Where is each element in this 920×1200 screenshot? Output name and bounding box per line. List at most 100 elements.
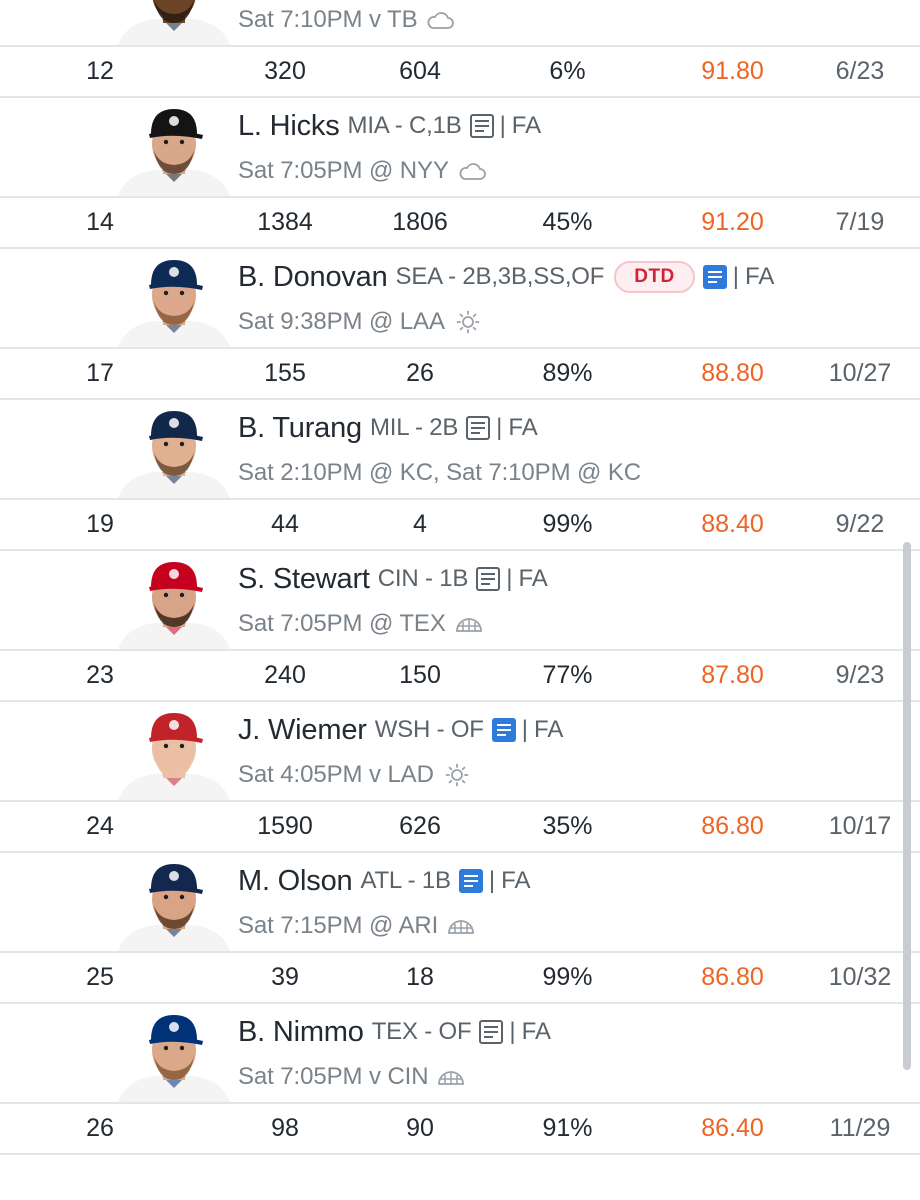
player-header: S. Stewart CIN - 1B | FA bbox=[238, 559, 548, 599]
game-info: Sat 7:05PM @ TEX bbox=[238, 607, 484, 641]
player-header: B. Donovan SEA - 2B,3B,SS,OF DTD | FA bbox=[238, 257, 774, 297]
separator: | bbox=[732, 263, 740, 290]
separator: | bbox=[488, 867, 496, 894]
player-headshot[interactable] bbox=[118, 708, 230, 800]
rostered-pct-cell: 6% bbox=[549, 57, 586, 85]
separator: | bbox=[496, 414, 503, 441]
score-cell: 91.80 bbox=[701, 57, 764, 85]
player-header: B. Nimmo TEX - OF | FA bbox=[238, 1012, 551, 1052]
player-note-icon[interactable] bbox=[491, 718, 516, 742]
game-time: Sat 7:05PM v CIN bbox=[238, 1063, 429, 1090]
player-header: M. Olson ATL - 1B | FA bbox=[238, 861, 530, 901]
player-note-icon[interactable] bbox=[466, 416, 491, 440]
player-note-icon[interactable] bbox=[479, 1020, 504, 1044]
player-headshot[interactable] bbox=[118, 406, 230, 498]
fraction-cell: 7/19 bbox=[835, 208, 885, 236]
player-row[interactable]: B. Nimmo TEX - OF | FA Sat 7:05PM v CIN 26 98 9… bbox=[0, 1004, 920, 1155]
stat-cell-2: 90 bbox=[406, 1114, 434, 1142]
separator: | bbox=[506, 565, 513, 592]
rank-cell: 26 bbox=[86, 1114, 114, 1142]
game-info: Sat 4:05PM v LAD bbox=[238, 758, 472, 792]
score-cell: 86.80 bbox=[701, 963, 764, 991]
score-cell: 88.40 bbox=[701, 510, 764, 538]
rostered-pct-cell: 45% bbox=[542, 208, 593, 236]
game-time: Sat 9:38PM @ LAA bbox=[238, 308, 445, 335]
player-note-icon[interactable] bbox=[702, 265, 727, 289]
separator: | bbox=[499, 112, 506, 139]
player-headshot[interactable] bbox=[118, 1010, 230, 1102]
player-note-icon[interactable] bbox=[469, 114, 494, 138]
game-time: Sat 7:05PM @ NYY bbox=[238, 157, 449, 184]
stat-cell-1: 39 bbox=[271, 963, 299, 991]
game-time: Sat 7:10PM v TB bbox=[238, 6, 418, 33]
player-row[interactable]: L. Hicks MIA - C,1B | FA Sat 7:05PM @ NYY 14 1… bbox=[0, 98, 920, 249]
fraction-cell: 11/29 bbox=[829, 1114, 891, 1142]
player-headshot[interactable] bbox=[118, 0, 230, 45]
roster-status: FA bbox=[501, 867, 531, 894]
stat-cell-2: 604 bbox=[399, 57, 441, 85]
player-name[interactable]: M. Olson bbox=[238, 865, 353, 898]
dtd-badge[interactable]: DTD bbox=[614, 261, 695, 293]
player-name[interactable]: J. Wiemer bbox=[238, 714, 367, 747]
player-row[interactable]: J. Wiemer WSH - OF | FA Sat 4:05PM v LAD 24 15… bbox=[0, 702, 920, 853]
roster-status: FA bbox=[534, 716, 564, 743]
stats-row: 24 1590 626 35% 86.80 10/17 bbox=[0, 800, 920, 853]
player-note-icon[interactable] bbox=[458, 869, 483, 893]
player-info: L. Hicks MIA - C,1B | FA Sat 7:05PM @ NYY bbox=[0, 98, 920, 196]
stats-row: 14 1384 1806 45% 91.20 7/19 bbox=[0, 196, 920, 249]
score-cell: 88.80 bbox=[701, 359, 764, 387]
sun-icon bbox=[442, 763, 472, 787]
team-position: ATL - 1B bbox=[360, 867, 451, 894]
rostered-pct-cell: 91% bbox=[542, 1114, 593, 1142]
player-name[interactable]: B. Donovan bbox=[238, 261, 388, 294]
fraction-cell: 10/27 bbox=[828, 359, 892, 387]
rank-cell: 17 bbox=[86, 359, 114, 387]
game-info: Sat 7:15PM @ ARI bbox=[238, 909, 476, 943]
stat-cell-1: 1384 bbox=[257, 208, 313, 236]
stats-row: 19 44 4 99% 88.40 9/22 bbox=[0, 498, 920, 551]
player-name[interactable]: B. Turang bbox=[238, 412, 362, 445]
player-headshot[interactable] bbox=[118, 557, 230, 649]
cloud-icon bbox=[425, 8, 455, 32]
player-row[interactable]: B. Turang MIL - 2B | FA Sat 2:10PM @ KC, Sat… bbox=[0, 400, 920, 551]
player-info: B. Turang MIL - 2B | FA Sat 2:10PM @ KC, Sat… bbox=[0, 400, 920, 498]
score-cell: 91.20 bbox=[701, 208, 764, 236]
player-name[interactable]: S. Stewart bbox=[238, 563, 370, 596]
stat-cell-2: 4 bbox=[413, 510, 427, 538]
fraction-cell: 10/17 bbox=[828, 812, 892, 840]
game-info: Sat 2:10PM @ KC, Sat 7:10PM @ KC bbox=[238, 456, 641, 490]
rank-cell: 19 bbox=[86, 510, 114, 538]
roster-status: FA bbox=[518, 565, 548, 592]
game-info: Sat 7:05PM v CIN bbox=[238, 1060, 466, 1094]
dome-icon bbox=[436, 1065, 466, 1089]
player-headshot[interactable] bbox=[118, 859, 230, 951]
player-row[interactable]: M. Olson ATL - 1B | FA Sat 7:15PM @ ARI 25 39 1… bbox=[0, 853, 920, 1004]
stat-cell-2: 626 bbox=[399, 812, 441, 840]
game-info: Sat 7:05PM @ NYY bbox=[238, 154, 487, 188]
stat-cell-1: 1590 bbox=[257, 812, 313, 840]
player-info: J. BellMIN - 1B|FASat 7:10PM v TB bbox=[0, 0, 920, 45]
game-info: Sat 7:10PM v TB bbox=[238, 3, 455, 37]
player-info: B. Donovan SEA - 2B,3B,SS,OF DTD | FA Sat 9:3… bbox=[0, 249, 920, 347]
score-cell: 86.40 bbox=[701, 1114, 764, 1142]
roster-status: FA bbox=[521, 1018, 551, 1045]
player-row[interactable]: S. Stewart CIN - 1B | FA Sat 7:05PM @ TEX 23 2… bbox=[0, 551, 920, 702]
rank-cell: 25 bbox=[86, 963, 114, 991]
player-row[interactable]: B. Donovan SEA - 2B,3B,SS,OF DTD | FA Sat 9:3… bbox=[0, 249, 920, 400]
stats-row: 25 39 18 99% 86.80 10/32 bbox=[0, 951, 920, 1004]
scrollbar[interactable] bbox=[903, 542, 911, 1070]
cloud-icon bbox=[457, 159, 487, 183]
player-name[interactable]: L. Hicks bbox=[238, 110, 340, 143]
team-position: SEA - 2B,3B,SS,OF bbox=[395, 263, 605, 290]
team-position: WSH - OF bbox=[374, 716, 484, 743]
stat-cell-2: 18 bbox=[406, 963, 434, 991]
rostered-pct-cell: 77% bbox=[542, 661, 593, 689]
player-headshot[interactable] bbox=[118, 255, 230, 347]
player-note-icon[interactable] bbox=[476, 567, 501, 591]
dome-icon bbox=[454, 612, 484, 636]
player-headshot[interactable] bbox=[118, 104, 230, 196]
stat-cell-1: 155 bbox=[264, 359, 306, 387]
stat-cell-2: 150 bbox=[399, 661, 441, 689]
player-name[interactable]: B. Nimmo bbox=[238, 1016, 364, 1049]
player-row[interactable]: J. BellMIN - 1B|FASat 7:10PM v TB 12 320 60… bbox=[0, 0, 920, 98]
